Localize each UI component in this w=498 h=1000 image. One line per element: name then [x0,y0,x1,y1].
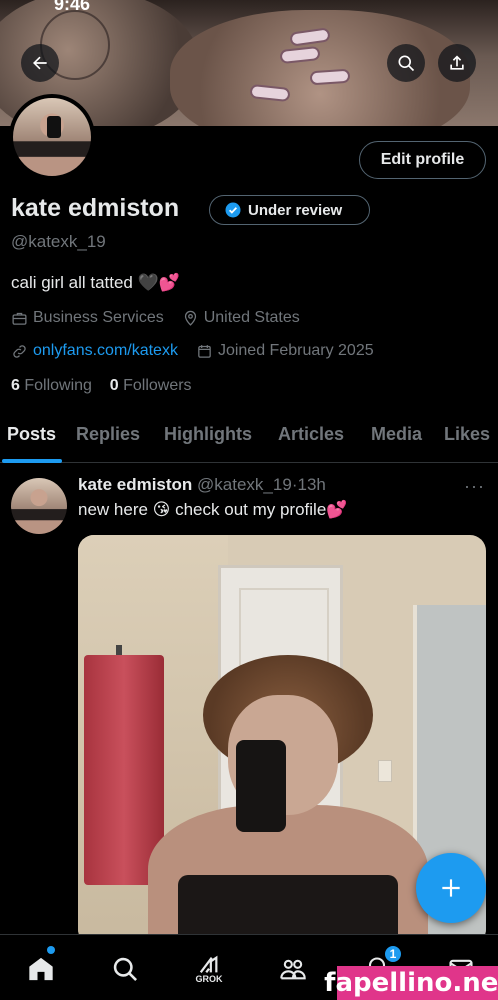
tab-media[interactable]: Media [371,424,422,445]
under-review-badge[interactable]: Under review [209,195,370,225]
location-item: United States [182,309,300,327]
compose-post-button[interactable] [416,853,486,923]
profile-meta-row-1: Business Services United States [11,309,318,327]
website-link[interactable]: onlyfans.com/katexk [33,342,178,360]
arrow-left-icon [33,56,47,70]
profile-avatar[interactable] [9,94,95,180]
post-author[interactable]: kate edmiston [78,475,192,494]
tab-likes[interactable]: Likes [444,424,490,445]
grok-icon [199,955,218,973]
nav-communities[interactable] [273,949,313,989]
share-button[interactable] [438,44,476,82]
notification-count-badge: 1 [383,944,403,964]
category-label: Business Services [33,309,164,326]
nav-home[interactable] [21,949,61,989]
nav-search[interactable] [105,949,145,989]
following-label: Following [24,377,92,394]
tab-articles[interactable]: Articles [278,424,344,445]
grok-label: GROK [195,974,223,984]
profile-handle: @katexk_19 [11,232,106,251]
edit-profile-button[interactable]: Edit profile [359,141,486,179]
home-icon [29,957,53,981]
back-button[interactable] [21,44,59,82]
search-icon [113,957,137,981]
share-icon [450,55,464,70]
followers-label: Followers [123,377,192,394]
joined-item: Joined February 2025 [196,342,374,360]
profile-meta-row-2: onlyfans.com/katexk Joined February 2025 [11,342,392,360]
following-link[interactable]: 6 Following [11,377,92,394]
under-review-label: Under review [248,201,343,219]
photo-phone [236,740,286,832]
following-count: 6 [11,377,20,394]
status-time: 9:46 [54,0,91,14]
joined-label: Joined February 2025 [217,342,374,359]
location-pin-icon [184,310,196,326]
briefcase-icon [12,312,27,325]
post-handle[interactable]: @katexk_19 [197,475,292,494]
website-item[interactable]: onlyfans.com/katexk [11,342,178,360]
banner-nail [309,68,351,86]
photo-outlet [378,760,392,782]
tab-replies[interactable]: Replies [76,424,140,445]
location-label: United States [203,309,300,326]
followers-count: 0 [109,377,119,394]
profile-bio: cali girl all tatted 🖤💕 [11,273,180,292]
calendar-icon [198,344,211,358]
follow-stats: 6 Following 0 Followers [11,377,192,395]
home-unread-dot [47,946,55,954]
verified-badge-icon [225,202,241,218]
watermark: fapellino.net [324,966,498,1000]
nav-grok[interactable]: GROK [189,949,229,989]
post-time[interactable]: 13h [297,475,325,494]
link-icon [13,344,26,358]
post-avatar[interactable] [11,478,67,534]
search-button[interactable] [387,44,425,82]
post-header: kate edmiston @katexk_19·13h [78,475,326,495]
category-item: Business Services [11,309,164,327]
followers-link[interactable]: 0 Followers [110,377,192,394]
profile-tabs: Posts Replies Highlights Articles Media … [0,410,498,463]
tab-highlights[interactable]: Highlights [164,424,252,445]
post-more-button[interactable]: ··· [464,476,485,497]
active-tab-indicator [2,459,62,463]
search-icon [398,55,415,72]
communities-icon [280,959,306,980]
plus-icon [442,879,460,897]
post-text: new here 😘 check out my profile💕 [78,500,348,519]
profile-name: kate edmiston [11,194,180,222]
avatar-phone [47,116,61,138]
tab-posts[interactable]: Posts [7,424,56,445]
